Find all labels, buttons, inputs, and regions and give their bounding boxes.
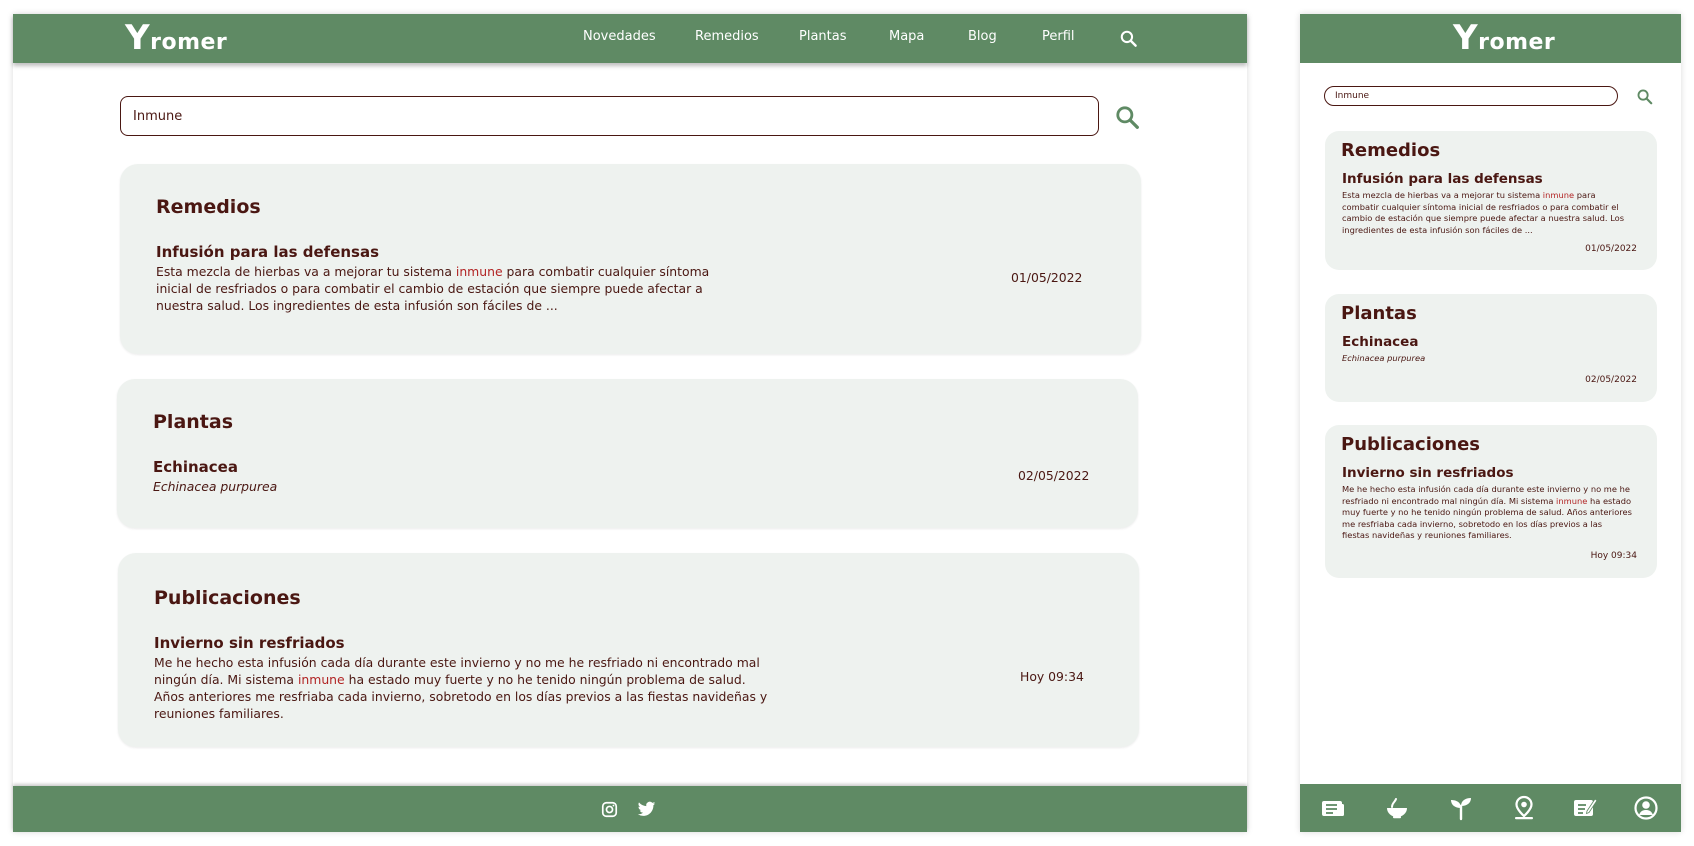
desktop-view: Yromer Novedades Remedios Plantas Mapa B… xyxy=(13,14,1247,832)
yromer-logo[interactable]: Yromer xyxy=(125,18,227,58)
plantas-heading: Plantas xyxy=(153,411,233,433)
search-highlight: inmune xyxy=(1556,495,1588,506)
planta-title[interactable]: Echinacea xyxy=(153,458,238,476)
excerpt-text: Esta mezcla de hierbas va a mejorar tu s… xyxy=(156,264,456,279)
search-highlight: inmune xyxy=(455,264,503,279)
logo-initial: Y xyxy=(125,18,151,58)
nav-mapa[interactable]: Mapa xyxy=(889,29,924,44)
search-submit-icon[interactable] xyxy=(1114,104,1140,130)
mobile-top-bar: Yromer xyxy=(1300,14,1681,63)
planta-title[interactable]: Echinacea xyxy=(1342,334,1418,350)
publicacion-title[interactable]: Invierno sin resfriados xyxy=(154,634,345,652)
nav-search-icon[interactable] xyxy=(1119,29,1138,48)
remedios-heading: Remedios xyxy=(156,196,261,218)
remedio-title[interactable]: Infusión para las defensas xyxy=(1342,171,1543,187)
instagram-icon[interactable] xyxy=(601,801,618,818)
plantas-results-card: Plantas Echinacea Echinacea purpurea 02/… xyxy=(117,379,1138,528)
blog-icon[interactable] xyxy=(1572,795,1598,821)
mobile-tab-bar xyxy=(1300,784,1681,832)
logo-initial: Y xyxy=(1453,18,1479,58)
planta-scientific-name: Echinacea purpurea xyxy=(153,479,278,494)
twitter-icon[interactable] xyxy=(637,801,656,818)
publicaciones-heading: Publicaciones xyxy=(1341,434,1480,455)
excerpt-text: Esta mezcla de hierbas va a mejorar tu s… xyxy=(1342,190,1543,200)
publicacion-excerpt: Me he hecho esta infusión cada día duran… xyxy=(1342,484,1632,542)
remedio-date: 01/05/2022 xyxy=(1585,244,1637,254)
profile-icon[interactable] xyxy=(1633,795,1659,821)
publicacion-excerpt: Me he hecho esta infusión cada día duran… xyxy=(154,654,770,722)
remedios-results-card: Remedios Infusión para las defensas Esta… xyxy=(120,164,1141,354)
nav-plantas[interactable]: Plantas xyxy=(799,29,847,44)
publicaciones-heading: Publicaciones xyxy=(154,587,301,609)
search-highlight: inmune xyxy=(297,672,345,687)
publicacion-date: Hoy 09:34 xyxy=(1590,551,1637,561)
mobile-plantas-card: Plantas Echinacea Echinacea purpurea 02/… xyxy=(1325,294,1657,402)
publicacion-date: Hoy 09:34 xyxy=(1020,669,1084,684)
nav-remedios[interactable]: Remedios xyxy=(695,29,759,44)
plantas-heading: Plantas xyxy=(1341,303,1417,324)
mobile-view: Yromer Remedios Infusión para las defens… xyxy=(1300,14,1681,832)
remedio-excerpt: Esta mezcla de hierbas va a mejorar tu s… xyxy=(1342,190,1632,236)
remedios-heading: Remedios xyxy=(1341,140,1441,161)
top-navbar: Yromer Novedades Remedios Plantas Mapa B… xyxy=(13,14,1247,63)
map-pin-icon[interactable] xyxy=(1511,795,1537,821)
remedio-title[interactable]: Infusión para las defensas xyxy=(156,243,379,261)
remedio-date: 01/05/2022 xyxy=(1011,270,1083,285)
planta-scientific-name: Echinacea purpurea xyxy=(1342,353,1426,363)
planta-date: 02/05/2022 xyxy=(1585,375,1637,385)
publicacion-title[interactable]: Invierno sin resfriados xyxy=(1342,465,1514,481)
search-highlight: inmune xyxy=(1542,190,1575,200)
mobile-search-icon[interactable] xyxy=(1636,88,1653,105)
yromer-logo[interactable]: Yromer xyxy=(1453,18,1555,58)
remedies-bowl-icon[interactable] xyxy=(1384,795,1410,821)
logo-text: romer xyxy=(1478,30,1556,55)
mobile-remedios-card: Remedios Infusión para las defensas Esta… xyxy=(1325,131,1657,270)
nav-novedades[interactable]: Novedades xyxy=(583,29,656,44)
nav-perfil[interactable]: Perfil xyxy=(1042,29,1075,44)
plant-sprout-icon[interactable] xyxy=(1448,795,1474,821)
footer xyxy=(13,786,1247,832)
planta-date: 02/05/2022 xyxy=(1018,468,1090,483)
logo-text: romer xyxy=(150,30,228,55)
remedio-excerpt: Esta mezcla de hierbas va a mejorar tu s… xyxy=(156,263,724,314)
mobile-search-input[interactable] xyxy=(1324,86,1618,106)
search-input[interactable] xyxy=(120,96,1099,136)
mobile-publicaciones-card: Publicaciones Invierno sin resfriados Me… xyxy=(1325,425,1657,578)
nav-blog[interactable]: Blog xyxy=(968,29,997,44)
publicaciones-results-card: Publicaciones Invierno sin resfriados Me… xyxy=(118,553,1139,747)
news-icon[interactable] xyxy=(1320,795,1346,821)
